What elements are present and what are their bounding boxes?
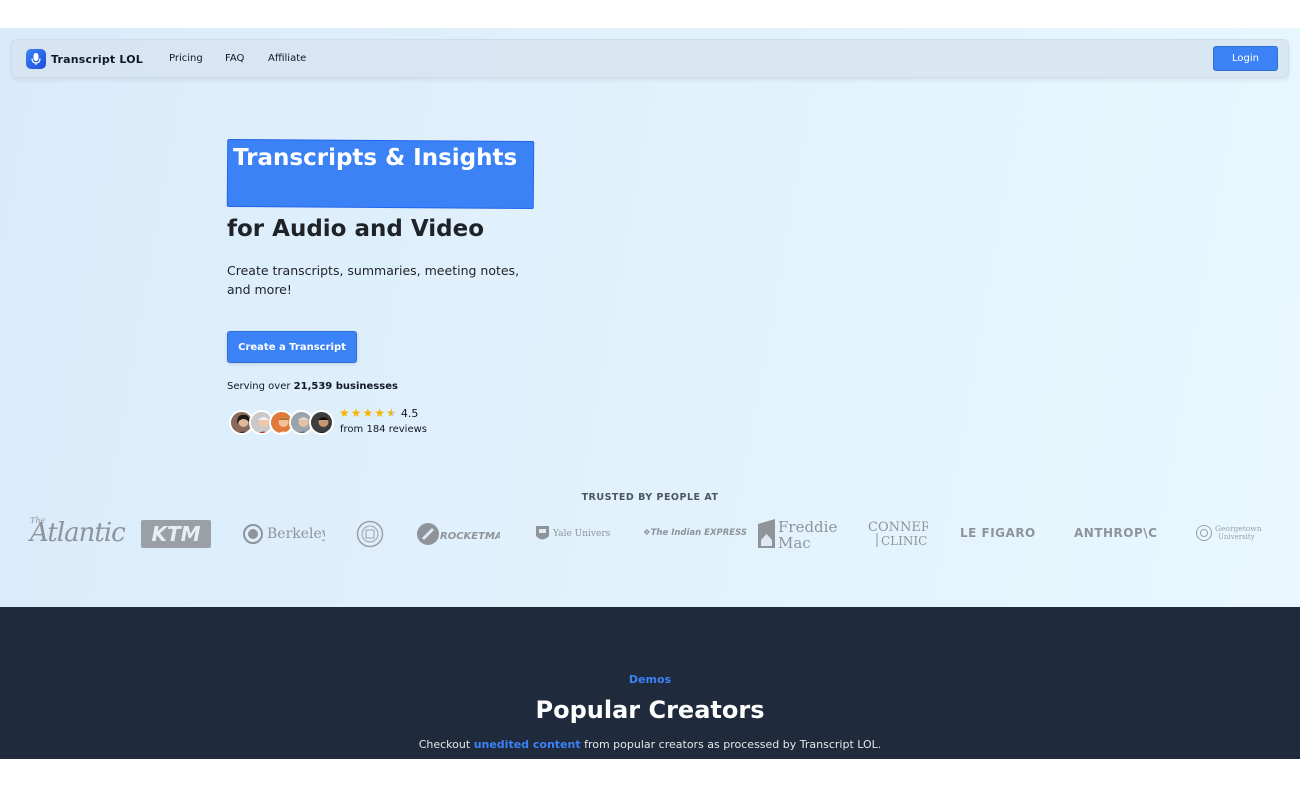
hero-description: Create transcripts, summaries, meeting n… <box>227 263 520 297</box>
trusted-heading: TRUSTED BY PEOPLE AT <box>581 492 719 503</box>
microphone-icon <box>26 49 46 69</box>
rating-value: 4.5 <box>400 406 419 420</box>
logo[interactable]: Transcript LOL <box>26 49 143 69</box>
logo-seal <box>356 520 384 552</box>
logo-anthropic: ANTHROP\C <box>1074 526 1158 540</box>
avatar-group <box>229 410 334 435</box>
unedited-content-link[interactable]: unedited content <box>474 738 581 751</box>
half-star-icon: ★ <box>386 406 397 420</box>
logo-freddie-mac: Freddie Mac <box>757 518 837 554</box>
logo-ktm: KTM <box>141 520 211 548</box>
logo-the-atlantic-prefix: The <box>30 516 46 525</box>
svg-text:Berkeley: Berkeley <box>267 526 325 542</box>
logo-berkeley: Berkeley <box>243 522 330 550</box>
nav-link-affiliate[interactable]: Affiliate <box>268 53 306 64</box>
top-nav: Transcript LOL Pricing FAQ Affiliate Log… <box>11 39 1289 78</box>
page: Transcript LOL Pricing FAQ Affiliate Log… <box>0 28 1300 759</box>
nav-link-faq[interactable]: FAQ <box>225 53 244 64</box>
popular-creators-title: Popular Creators <box>535 696 765 724</box>
star-icon: ★ <box>350 406 362 420</box>
serving-text: Serving over 21,539 businesses <box>227 381 398 392</box>
customer-logos: Atlantic The KTM Berkeley ROCKETMAIL Yal… <box>0 516 1300 556</box>
rating-stars: ★ ★ ★ ★ ★ 4.5 <box>339 406 418 420</box>
svg-text:CLINIC: CLINIC <box>881 534 927 548</box>
svg-text:ROCKETMAIL: ROCKETMAIL <box>440 531 500 542</box>
subtitle-prefix: Checkout <box>418 738 474 751</box>
svg-text:CONNER: CONNER <box>868 520 928 535</box>
serving-prefix: Serving over <box>227 381 294 392</box>
avatar <box>309 410 334 435</box>
headline-highlight: Transcripts & Insights <box>233 145 518 171</box>
svg-text:Mac: Mac <box>778 534 811 550</box>
star-icon: ★ <box>362 406 374 420</box>
subtitle-suffix: from popular creators as processed by Tr… <box>580 738 882 751</box>
svg-text:Georgetown: Georgetown <box>1215 524 1262 533</box>
demos-eyebrow: Demos <box>628 673 672 686</box>
hero-section: Transcript LOL Pricing FAQ Affiliate Log… <box>0 28 1300 607</box>
logo-yale: Yale University <box>535 524 623 548</box>
logo-text: Transcript LOL <box>51 52 143 66</box>
demos-section: Demos Popular Creators Checkout unedited… <box>0 607 1300 759</box>
login-button[interactable]: Login <box>1213 46 1278 71</box>
popular-creators-subtitle: Checkout unedited content from popular c… <box>0 738 1300 751</box>
logo-rocketmail: ROCKETMAIL <box>416 520 513 552</box>
review-count: from 184 reviews <box>340 424 427 435</box>
nav-link-pricing[interactable]: Pricing <box>169 53 203 64</box>
logo-conner-clinic: CONNER CLINIC <box>868 518 932 552</box>
svg-text:University: University <box>1218 533 1255 541</box>
headline-subtitle: for Audio and Video <box>227 216 484 242</box>
logo-indian-express: ❖The Indian EXPRESS <box>643 528 748 538</box>
star-icon: ★ <box>339 406 350 420</box>
svg-text:Yale University: Yale University <box>552 529 611 539</box>
star-icon: ★ <box>374 406 386 420</box>
logo-le-figaro: LE FIGARO <box>960 526 1036 540</box>
create-transcript-button[interactable]: Create a Transcript <box>227 331 357 363</box>
serving-count: 21,539 businesses <box>293 381 398 392</box>
logo-georgetown: Georgetown University <box>1196 522 1264 548</box>
